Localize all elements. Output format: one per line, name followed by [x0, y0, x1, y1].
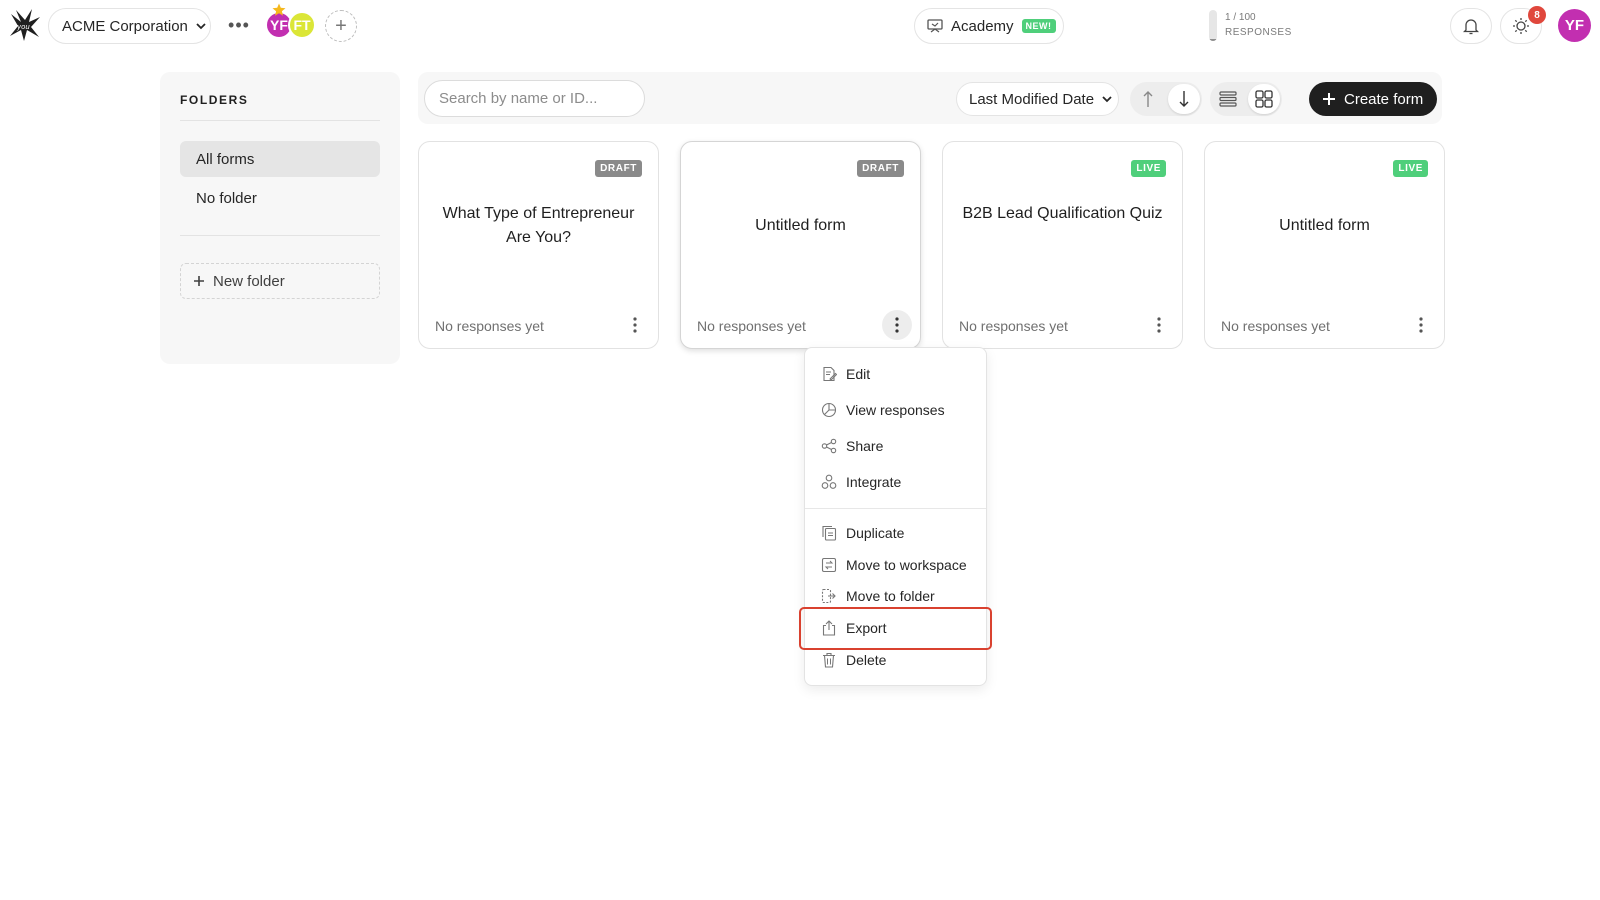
form-title: Untitled form: [755, 217, 846, 234]
arrow-down-icon: [1179, 91, 1189, 107]
create-form-button[interactable]: Create form: [1309, 82, 1437, 116]
responses-status: No responses yet: [1221, 318, 1330, 334]
academy-button[interactable]: Academy NEW!: [914, 8, 1064, 44]
menu-item-label: Share: [846, 438, 884, 454]
presentation-icon: [927, 19, 943, 33]
status-badge: DRAFT: [857, 160, 904, 177]
status-badge: DRAFT: [595, 160, 642, 177]
list-view-button[interactable]: [1212, 84, 1244, 114]
chevron-down-icon: [196, 23, 206, 30]
responses-count: 1 / 100: [1225, 12, 1256, 23]
grid-view-button[interactable]: [1248, 84, 1280, 114]
responses-status: No responses yet: [435, 318, 544, 334]
menu-item-integrate[interactable]: Integrate: [805, 467, 986, 497]
sort-label: Last Modified Date: [969, 90, 1095, 108]
add-member-button[interactable]: +: [325, 10, 357, 42]
edit-icon: [823, 366, 837, 382]
menu-divider: [805, 508, 986, 509]
member-avatar[interactable]: FT: [288, 11, 316, 39]
card-menu-button[interactable]: [1144, 310, 1174, 340]
plus-icon: [1323, 93, 1335, 105]
responses-meter: [1209, 10, 1217, 41]
kebab-icon: [895, 317, 899, 333]
notifications-button[interactable]: [1450, 8, 1492, 44]
responses-status: No responses yet: [959, 318, 1068, 334]
card-menu-button[interactable]: [882, 310, 912, 340]
export-highlight-outline: [799, 607, 992, 650]
menu-item-label: Move to workspace: [846, 557, 967, 573]
menu-item-label: Delete: [846, 652, 887, 668]
sort-select[interactable]: Last Modified Date: [956, 82, 1119, 116]
form-card[interactable]: LIVE B2B Lead Qualification Quiz No resp…: [942, 141, 1183, 349]
star-icon: [272, 3, 286, 16]
menu-item-move-to-workspace[interactable]: Move to workspace: [805, 550, 986, 580]
form-card[interactable]: DRAFT What Type of Entrepreneur Are You?…: [418, 141, 659, 349]
trash-icon: [823, 652, 835, 668]
search-input[interactable]: [424, 80, 645, 117]
form-card[interactable]: LIVE Untitled form No responses yet: [1204, 141, 1445, 349]
responses-label: RESPONSES: [1225, 27, 1292, 38]
grid-icon: [1255, 90, 1273, 108]
more-options-button[interactable]: •••: [228, 13, 250, 37]
kebab-icon: [1157, 317, 1161, 333]
sun-icon: [1513, 18, 1529, 34]
new-folder-label: New folder: [213, 272, 285, 290]
folder-item-no-folder[interactable]: No folder: [180, 180, 380, 216]
divider: [180, 120, 380, 121]
menu-item-label: Integrate: [846, 474, 902, 490]
plus-icon: [194, 276, 204, 286]
menu-item-label: Move to folder: [846, 588, 935, 604]
menu-item-label: Edit: [846, 366, 871, 382]
folder-item-all-forms[interactable]: All forms: [180, 141, 380, 177]
workspace-name: ACME Corporation: [62, 17, 188, 35]
user-avatar[interactable]: YF: [1558, 9, 1591, 42]
sort-descending-button[interactable]: [1168, 84, 1200, 114]
share-icon: [821, 438, 837, 454]
menu-item-share[interactable]: Share: [805, 431, 986, 461]
new-folder-button[interactable]: New folder: [180, 263, 380, 299]
chart-icon: [821, 402, 837, 418]
list-icon: [1219, 91, 1237, 107]
form-title: Untitled form: [1279, 217, 1370, 234]
form-card[interactable]: DRAFT Untitled form No responses yet: [680, 141, 921, 349]
app-logo[interactable]: you: [8, 8, 42, 42]
status-badge: LIVE: [1393, 160, 1428, 177]
arrow-up-icon: [1143, 91, 1153, 107]
new-badge: NEW!: [1021, 19, 1056, 33]
menu-item-label: View responses: [846, 402, 945, 418]
form-title: B2B Lead Qualification Quiz: [962, 205, 1163, 222]
menu-item-duplicate[interactable]: Duplicate: [805, 518, 986, 548]
divider: [180, 235, 380, 236]
move-workspace-icon: [821, 557, 837, 573]
menu-item-view-responses[interactable]: View responses: [805, 395, 986, 425]
kebab-icon: [1419, 317, 1423, 333]
sort-ascending-button[interactable]: [1132, 84, 1164, 114]
workspace-selector[interactable]: ACME Corporation: [48, 8, 211, 44]
move-folder-icon: [821, 588, 836, 604]
card-menu-button[interactable]: [1406, 310, 1436, 340]
notification-count-badge: 8: [1528, 6, 1546, 24]
status-badge: LIVE: [1131, 160, 1166, 177]
svg-text:you: you: [16, 23, 30, 31]
menu-item-edit[interactable]: Edit: [805, 359, 986, 389]
kebab-icon: [633, 317, 637, 333]
bell-icon: [1463, 18, 1479, 34]
chevron-down-icon: [1102, 96, 1112, 103]
academy-label: Academy: [951, 17, 1014, 35]
menu-item-label: Duplicate: [846, 525, 905, 541]
folders-sidebar: [160, 72, 400, 364]
form-title: What Type of Entrepreneur Are You?: [442, 205, 635, 246]
create-form-label: Create form: [1344, 90, 1424, 108]
card-menu-button[interactable]: [620, 310, 650, 340]
folders-heading: FOLDERS: [180, 93, 249, 107]
integrate-icon: [821, 474, 837, 489]
responses-meter-fill: [1209, 38, 1217, 41]
responses-status: No responses yet: [697, 318, 806, 334]
duplicate-icon: [822, 525, 837, 541]
